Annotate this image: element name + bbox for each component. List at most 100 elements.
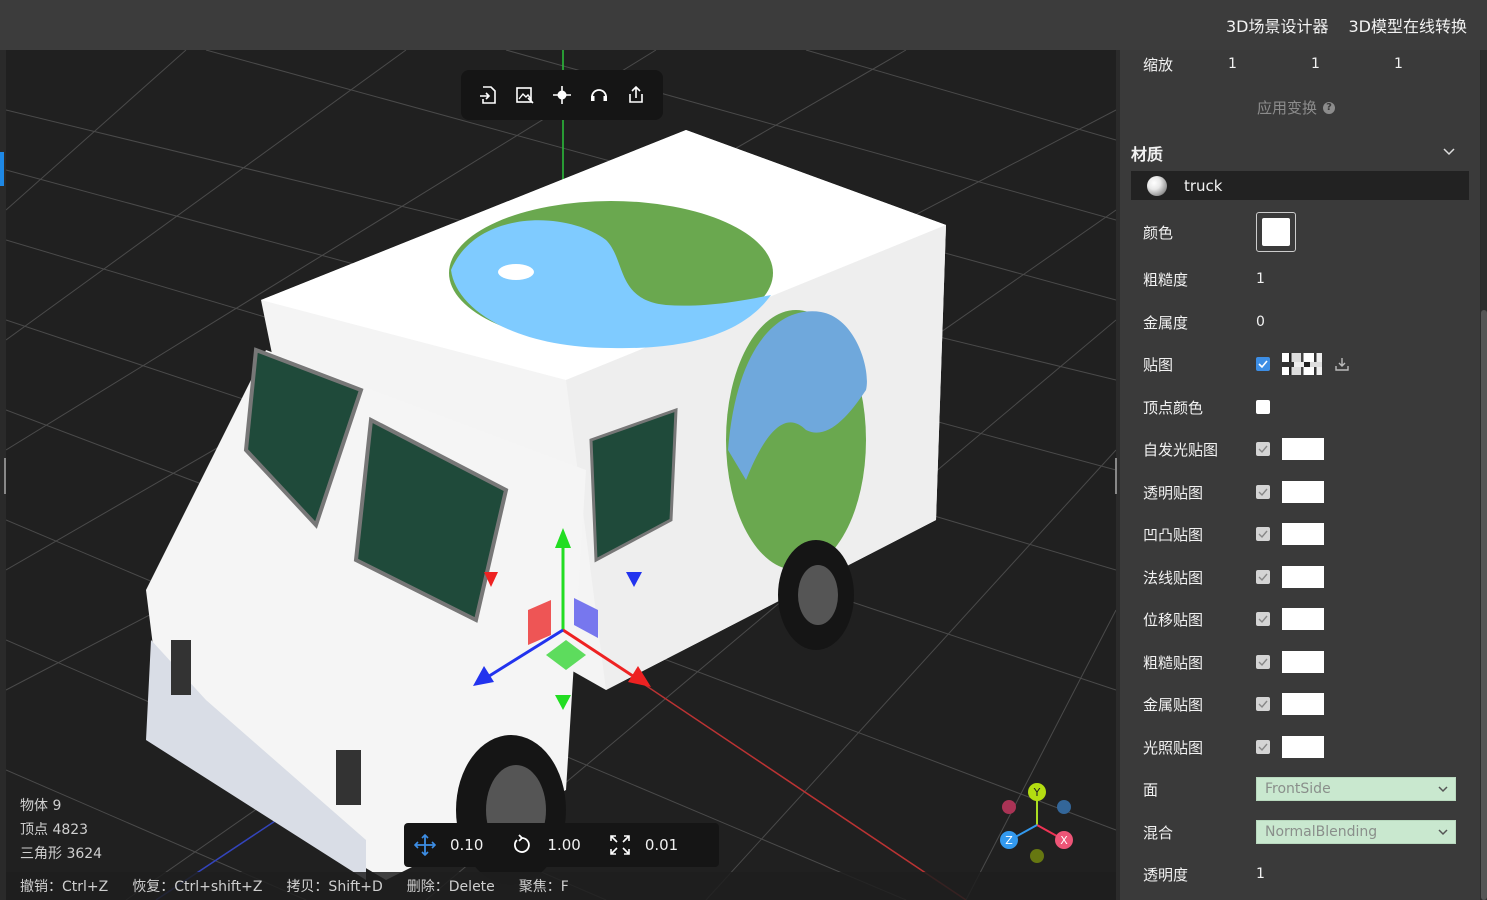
focus-hint: 聚焦：F: [518, 879, 569, 895]
normal-map-label: 法线贴图: [1143, 568, 1204, 587]
import-icon[interactable]: [476, 83, 500, 107]
metalness-map-slot[interactable]: [1282, 693, 1324, 715]
delete-hint: 删除：Delete: [406, 879, 495, 895]
material-selector[interactable]: truck: [1131, 171, 1469, 200]
shortcut-hints: 撤销：Ctrl+Z 恢复：Ctrl+shift+Z 拷贝：Shift+D 删除：…: [6, 872, 1116, 900]
panel-scrollbar[interactable]: [1481, 50, 1487, 900]
share-icon[interactable]: [624, 83, 648, 107]
map-texture-thumbnail[interactable]: [1282, 353, 1322, 375]
color-picker[interactable]: [1256, 212, 1296, 252]
scale-values: 1 1 1: [1228, 56, 1477, 72]
left-splitter-handle[interactable]: [4, 458, 6, 494]
bump-map-label: 凹凸贴图: [1143, 525, 1204, 544]
normal-map-slot[interactable]: [1282, 566, 1324, 588]
metalness-label: 金属度: [1143, 313, 1189, 332]
map-label: 贴图: [1143, 355, 1174, 374]
help-icon[interactable]: ?: [1323, 101, 1336, 114]
headset-icon[interactable]: [587, 83, 611, 107]
roughness-map-slot[interactable]: [1282, 651, 1324, 673]
color-swatch: [1262, 218, 1290, 246]
material-name: truck: [1184, 176, 1223, 195]
displacement-map-row: 位移贴图: [1120, 599, 1480, 639]
material-section-title[interactable]: 材质: [1131, 141, 1163, 165]
scene-designer-link[interactable]: 3D场景设计器: [1226, 13, 1329, 37]
object-count: 物体 9: [20, 798, 62, 814]
emissive-map-label: 自发光贴图: [1143, 440, 1219, 459]
scale-snap[interactable]: 0.01: [609, 834, 678, 856]
roughness-input[interactable]: 1: [1256, 271, 1265, 287]
redo-hint: 恢复：Ctrl+shift+Z: [132, 879, 263, 895]
chevron-down-icon: [1438, 786, 1448, 793]
displacement-map-checkbox[interactable]: [1256, 612, 1270, 626]
rotate-icon: [514, 834, 531, 853]
side-select-value: FrontSide: [1265, 781, 1331, 797]
export-image-icon[interactable]: [513, 83, 537, 107]
vertex-colors-label: 顶点颜色: [1143, 398, 1204, 417]
3d-viewport[interactable]: Y X Z 物体 9 顶点 4823 三角形 3624 0.10 1.00 0.…: [6, 50, 1116, 900]
map-row: 贴图: [1120, 344, 1480, 384]
apply-transform-button[interactable]: 应用变换 ?: [1257, 97, 1336, 118]
viewport-toolbar: [461, 70, 663, 120]
side-label: 面: [1143, 780, 1159, 799]
scrollbar-thumb[interactable]: [1481, 310, 1487, 900]
bump-map-slot[interactable]: [1282, 523, 1324, 545]
emissive-map-slot[interactable]: [1282, 438, 1324, 460]
check-icon: [1258, 360, 1268, 369]
axis-z-label: Z: [1005, 834, 1013, 847]
axis-y-label: Y: [1033, 786, 1041, 799]
rotate-snap[interactable]: 1.00: [511, 834, 581, 856]
right-splitter-handle[interactable]: [1115, 458, 1117, 494]
axis-x-label: X: [1060, 834, 1068, 847]
scale-y-input[interactable]: 1: [1311, 56, 1394, 72]
metalness-row: 金属度 0: [1120, 302, 1480, 342]
blending-select-value: NormalBlending: [1265, 824, 1378, 840]
roughness-map-checkbox[interactable]: [1256, 655, 1270, 669]
side-select[interactable]: FrontSide: [1256, 777, 1456, 801]
normal-map-checkbox[interactable]: [1256, 570, 1270, 584]
light-map-slot[interactable]: [1282, 736, 1324, 758]
scale-snap-value: 0.01: [644, 836, 679, 854]
top-bar: 3D场景设计器 3D模型在线转换: [0, 0, 1487, 50]
alpha-map-checkbox[interactable]: [1256, 485, 1270, 499]
vertex-count: 顶点 4823: [20, 822, 89, 838]
color-label: 颜色: [1143, 223, 1174, 242]
material-preview-icon: [1147, 175, 1167, 196]
opacity-input[interactable]: 1: [1256, 866, 1265, 882]
map-checkbox[interactable]: [1256, 357, 1270, 371]
model-converter-link[interactable]: 3D模型在线转换: [1348, 13, 1467, 37]
alpha-map-slot[interactable]: [1282, 481, 1324, 503]
alpha-map-label: 透明贴图: [1143, 483, 1204, 502]
color-row: 颜色: [1120, 212, 1480, 252]
roughness-map-row: 粗糙贴图: [1120, 642, 1480, 682]
opacity-label: 透明度: [1143, 865, 1189, 884]
metalness-map-checkbox[interactable]: [1256, 697, 1270, 711]
move-icon: [414, 834, 436, 856]
locate-icon[interactable]: [550, 83, 574, 107]
scale-x-input[interactable]: 1: [1228, 56, 1311, 72]
chevron-down-icon[interactable]: [1442, 145, 1456, 159]
triangle-count: 三角形 3624: [20, 846, 103, 862]
metalness-input[interactable]: 0: [1256, 314, 1265, 330]
left-active-indicator: [0, 152, 4, 186]
bump-map-checkbox[interactable]: [1256, 527, 1270, 541]
scene-canvas[interactable]: Y X Z: [6, 50, 1116, 900]
snap-settings-bar: 0.10 1.00 0.01: [404, 823, 719, 867]
normal-map-row: 法线贴图: [1120, 557, 1480, 597]
chevron-down-icon: [1438, 829, 1448, 836]
roughness-row: 粗糙度 1: [1120, 259, 1480, 299]
blending-select[interactable]: NormalBlending: [1256, 820, 1456, 844]
displacement-map-slot[interactable]: [1282, 608, 1324, 630]
scale-z-input[interactable]: 1: [1394, 56, 1477, 72]
translate-snap[interactable]: 0.10: [414, 834, 483, 856]
vertex-colors-checkbox[interactable]: [1256, 400, 1270, 414]
blending-row: 混合 NormalBlending: [1120, 812, 1480, 852]
opacity-row: 透明度 1: [1120, 854, 1480, 894]
light-map-row: 光照贴图: [1120, 727, 1480, 767]
scale-label: 缩放: [1143, 55, 1174, 74]
light-map-checkbox[interactable]: [1256, 740, 1270, 754]
properties-panel: 缩放 1 1 1 应用变换 ? 材质 truck 颜色 粗糙度 1 金属度 0 …: [1120, 50, 1480, 900]
download-icon[interactable]: [1334, 356, 1350, 372]
scene-stats: 物体 9 顶点 4823 三角形 3624: [20, 794, 102, 866]
scale-row: 缩放 1 1 1: [1120, 44, 1480, 84]
emissive-map-checkbox[interactable]: [1256, 442, 1270, 456]
